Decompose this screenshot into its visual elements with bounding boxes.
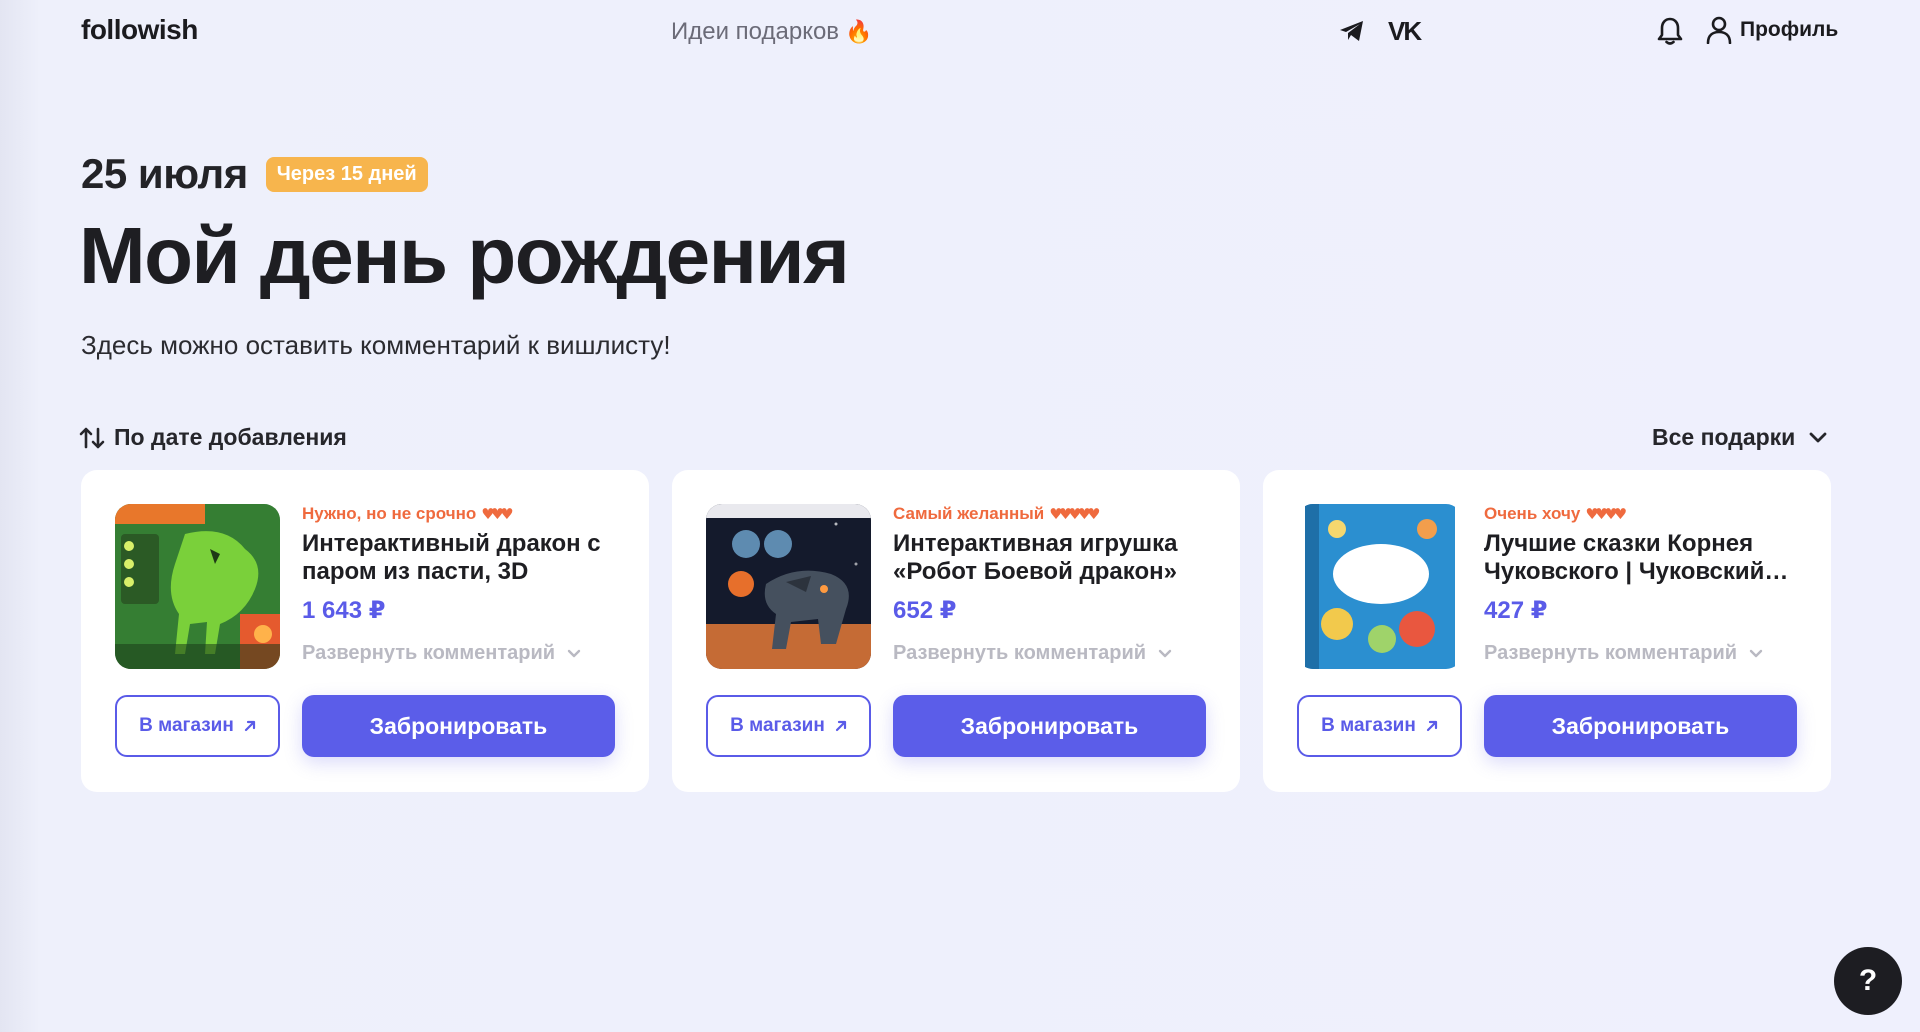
gift-title[interactable]: Лучшие сказки Корнея Чуковского | Чуковс… — [1484, 530, 1799, 586]
wishlist-description: Здесь можно оставить комментарий к вишли… — [81, 330, 671, 360]
gift-title[interactable]: Интерактивный дракон с паром из пасти, 3… — [302, 530, 617, 586]
filter-label: Все подарки — [1652, 424, 1796, 450]
gift-ideas-label: Идеи подарков — [671, 18, 840, 45]
reserve-button[interactable]: Забронировать — [893, 695, 1206, 757]
priority-hearts-icon: ♥♥♥♥ — [1585, 505, 1627, 523]
event-date-row: 25 июля Через 15 дней — [81, 150, 428, 198]
priority-label: Очень хочу ♥♥♥♥ — [1484, 504, 1627, 523]
priority-hearts-icon: ♥♥♥♥♥ — [1049, 505, 1100, 523]
profile-link[interactable]: Профиль — [1706, 16, 1838, 44]
gift-card: Очень хочу ♥♥♥♥ Лучшие сказки Корнея Чук… — [1263, 470, 1831, 792]
product-image-chukovsky-book[interactable] — [1297, 504, 1462, 669]
gift-ideas-link[interactable]: Идеи подарков 🔥 — [671, 18, 872, 46]
notifications-bell-icon[interactable] — [1657, 16, 1685, 48]
top-navigation: followish Идеи подарков 🔥 VK Профиль — [0, 0, 1920, 64]
fire-icon: 🔥 — [845, 19, 873, 45]
gift-price: 652 ₽ — [893, 597, 957, 624]
product-image-robot-dragon[interactable] — [706, 504, 871, 669]
expand-comment-label: Развернуть комментарий — [302, 642, 556, 664]
gift-price: 1 643 ₽ — [302, 597, 386, 624]
vk-icon[interactable]: VK — [1388, 16, 1422, 46]
chevron-down-icon — [1749, 649, 1763, 658]
expand-comment-label: Развернуть комментарий — [1484, 642, 1738, 664]
shop-button-label: В магазин — [1321, 715, 1416, 736]
chevron-down-icon — [1158, 649, 1172, 658]
external-arrow-icon — [835, 720, 846, 732]
gift-price: 427 ₽ — [1484, 597, 1548, 624]
user-icon — [1706, 16, 1732, 44]
profile-label: Профиль — [1740, 18, 1839, 41]
page-title: Мой день рождения — [79, 211, 850, 300]
priority-hearts-icon: ♥♥♥ — [481, 505, 513, 523]
expand-comment-label: Развернуть комментарий — [893, 642, 1147, 664]
go-to-shop-button[interactable]: В магазин — [115, 695, 280, 757]
chevron-down-icon — [1809, 432, 1827, 442]
chevron-down-icon — [567, 649, 581, 658]
priority-label: Нужно, но не срочно ♥♥♥ — [302, 504, 514, 523]
reserve-button[interactable]: Забронировать — [1484, 695, 1797, 757]
sort-arrows-icon — [79, 427, 105, 448]
gift-card: Самый желанный ♥♥♥♥♥ Интерактивная игруш… — [672, 470, 1240, 792]
priority-label: Самый желанный ♥♥♥♥♥ — [893, 504, 1101, 523]
logo[interactable]: followish — [81, 14, 198, 46]
expand-comment-toggle[interactable]: Развернуть комментарий — [1484, 642, 1763, 665]
gift-title[interactable]: Интерактивная игрушка «Робот Боевой драк… — [893, 530, 1208, 586]
shop-button-label: В магазин — [730, 715, 825, 736]
expand-comment-toggle[interactable]: Развернуть комментарий — [302, 642, 581, 665]
sort-label: По дате добавления — [114, 424, 347, 450]
telegram-icon[interactable] — [1338, 18, 1368, 46]
gift-cards-list: Нужно, но не срочно ♥♥♥ Интерактивный др… — [81, 470, 1831, 792]
gift-card: Нужно, но не срочно ♥♥♥ Интерактивный др… — [81, 470, 649, 792]
external-arrow-icon — [1426, 720, 1437, 732]
product-image-dragon-toy[interactable] — [115, 504, 280, 669]
reserve-button[interactable]: Забронировать — [302, 695, 615, 757]
event-date: 25 июля — [81, 150, 248, 197]
countdown-badge: Через 15 дней — [265, 156, 428, 192]
go-to-shop-button[interactable]: В магазин — [706, 695, 871, 757]
sort-button[interactable]: По дате добавления — [79, 424, 347, 451]
external-arrow-icon — [244, 720, 255, 732]
help-button[interactable]: ? — [1834, 947, 1902, 1015]
gift-filter-dropdown[interactable]: Все подарки — [1652, 424, 1827, 451]
expand-comment-toggle[interactable]: Развернуть комментарий — [893, 642, 1172, 665]
shop-button-label: В магазин — [139, 715, 234, 736]
go-to-shop-button[interactable]: В магазин — [1297, 695, 1462, 757]
